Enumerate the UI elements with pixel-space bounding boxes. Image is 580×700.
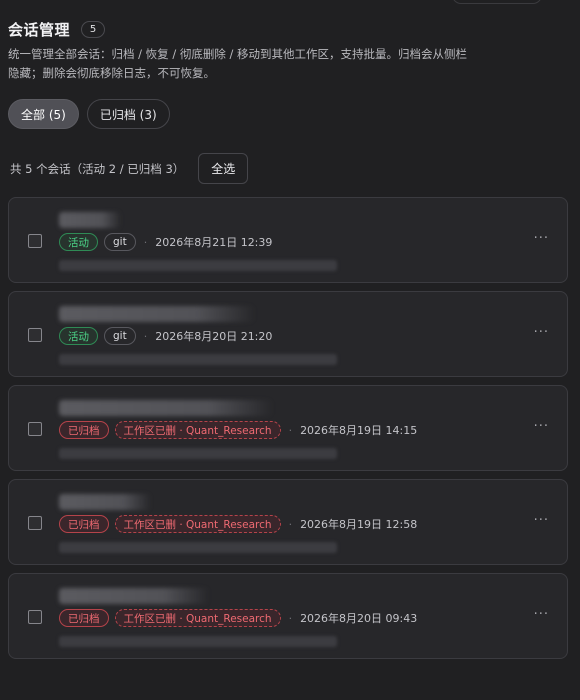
session-title-redacted	[59, 588, 209, 604]
session-timestamp: 2026年8月20日 21:20	[155, 330, 273, 343]
session-title-redacted	[59, 306, 255, 322]
session-title-redacted	[59, 494, 151, 510]
session-checkbox[interactable]	[28, 422, 42, 436]
more-options-icon[interactable]: ···	[534, 607, 549, 622]
session-title-redacted	[59, 400, 273, 416]
more-options-icon[interactable]: ···	[534, 231, 549, 246]
status-badge-active: 活动	[59, 233, 98, 251]
session-title-redacted	[59, 212, 121, 228]
session-card[interactable]: 活动 git · 2026年8月20日 21:20 ···	[8, 291, 568, 377]
separator-dot: ·	[143, 235, 148, 249]
workspace-deleted-badge: 工作区已删 · Quant_Research	[114, 609, 281, 627]
session-checkbox[interactable]	[28, 328, 42, 342]
filter-all[interactable]: 全部 (5)	[8, 99, 79, 129]
summary-bar: 共 5 个会话（活动 2 / 已归档 3） 全选	[10, 153, 249, 184]
session-preview-redacted	[59, 542, 337, 553]
session-preview-redacted	[59, 260, 337, 271]
separator-dot: ·	[288, 423, 293, 437]
description-line-2: 隐藏；删除会彻底移除日志，不可恢复。	[8, 66, 215, 80]
session-timestamp: 2026年8月19日 12:58	[300, 518, 418, 531]
page-title: 会话管理	[8, 21, 71, 39]
git-badge: git	[104, 327, 136, 345]
session-count-summary: 共 5 个会话（活动 2 / 已归档 3）	[10, 161, 185, 176]
status-badge-active: 活动	[59, 327, 98, 345]
session-checkbox[interactable]	[28, 610, 42, 624]
workspace-deleted-badge: 工作区已删 · Quant_Research	[114, 515, 281, 533]
page-description: 统一管理全部会话：归档 / 恢复 / 彻底删除 / 移动到其他工作区，支持批量。…	[8, 45, 508, 83]
session-timestamp: 2026年8月20日 09:43	[300, 612, 418, 625]
more-options-icon[interactable]: ···	[534, 513, 549, 528]
session-preview-redacted	[59, 448, 337, 459]
description-line-1: 统一管理全部会话：归档 / 恢复 / 彻底删除 / 移动到其他工作区，支持批量。…	[8, 47, 468, 61]
git-badge: git	[104, 233, 136, 251]
session-meta: 已归档 工作区已删 · Quant_Research · 2026年8月19日 …	[59, 421, 417, 439]
separator-dot: ·	[288, 517, 293, 531]
status-badge-archived: 已归档	[59, 515, 109, 533]
session-preview-redacted	[59, 354, 337, 365]
filter-archived[interactable]: 已归档 (3)	[86, 99, 170, 129]
session-timestamp: 2026年8月19日 14:15	[300, 424, 418, 437]
session-preview-redacted	[59, 636, 337, 647]
session-meta: 已归档 工作区已删 · Quant_Research · 2026年8月20日 …	[59, 609, 417, 627]
count-badge: 5	[81, 21, 106, 38]
workspace-deleted-badge: 工作区已删 · Quant_Research	[114, 421, 281, 439]
session-card[interactable]: 活动 git · 2026年8月21日 12:39 ···	[8, 197, 568, 283]
session-checkbox[interactable]	[28, 516, 42, 530]
more-options-icon[interactable]: ···	[534, 325, 549, 340]
page-header: 会话管理 5	[8, 19, 106, 40]
session-card[interactable]: 已归档 工作区已删 · Quant_Research · 2026年8月20日 …	[8, 573, 568, 659]
separator-dot: ·	[288, 611, 293, 625]
session-meta: 已归档 工作区已删 · Quant_Research · 2026年8月19日 …	[59, 515, 417, 533]
session-card[interactable]: 已归档 工作区已删 · Quant_Research · 2026年8月19日 …	[8, 385, 568, 471]
session-timestamp: 2026年8月21日 12:39	[155, 236, 273, 249]
session-meta: 活动 git · 2026年8月21日 12:39	[59, 233, 272, 251]
session-meta: 活动 git · 2026年8月20日 21:20	[59, 327, 272, 345]
more-options-icon[interactable]: ···	[534, 419, 549, 434]
status-badge-archived: 已归档	[59, 609, 109, 627]
top-partial-control[interactable]	[452, 0, 542, 4]
status-badge-archived: 已归档	[59, 421, 109, 439]
session-card[interactable]: 已归档 工作区已删 · Quant_Research · 2026年8月19日 …	[8, 479, 568, 565]
filter-tabs: 全部 (5) 已归档 (3)	[8, 99, 170, 129]
select-all-button[interactable]: 全选	[198, 153, 249, 184]
session-checkbox[interactable]	[28, 234, 42, 248]
separator-dot: ·	[143, 329, 148, 343]
